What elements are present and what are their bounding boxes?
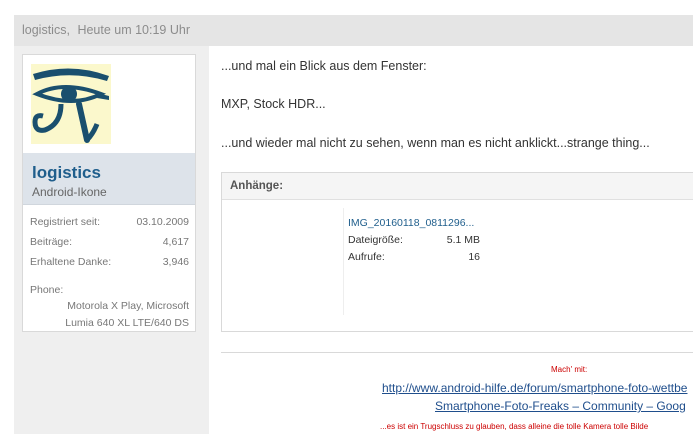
message-line: ...und wieder mal nicht zu sehen, wenn m…: [221, 136, 650, 150]
stat-label: Beiträge:: [30, 236, 73, 248]
user-stats: Registriert seit: 03.10.2009 Beiträge: 4…: [23, 211, 195, 271]
stat-value: 3,946: [162, 256, 189, 268]
stat-row-registered: Registriert seit: 03.10.2009: [23, 211, 195, 231]
avatar-area: [23, 55, 195, 153]
attachment-views-value: 16: [468, 251, 480, 263]
attachment-size-label: Dateigröße:: [348, 234, 403, 246]
stat-value: 03.10.2009: [136, 216, 189, 228]
attachment-size-value: 5.1 MB: [446, 234, 480, 246]
phone-value: Motorola X Play, Microsoft Lumia 640 XL …: [65, 300, 189, 329]
post-author[interactable]: logistics: [22, 23, 66, 37]
stat-label: Erhaltene Danke:: [30, 256, 112, 268]
signature-mach-mit: Mach' mit:: [551, 365, 588, 374]
attachment-thumbnail[interactable]: [234, 208, 344, 315]
attachment-views-label: Aufrufe:: [348, 251, 385, 263]
stat-row-thanks: Erhaltene Danke: 3,946: [23, 251, 195, 271]
attachment-file-link[interactable]: IMG_20160118_0811296...: [348, 217, 474, 229]
stat-row-posts: Beiträge: 4,617: [23, 231, 195, 251]
post-header-separator: ,: [66, 23, 70, 37]
stat-label: Registriert seit:: [30, 216, 101, 228]
message-line: MXP, Stock HDR...: [221, 97, 326, 111]
avatar[interactable]: [31, 64, 111, 144]
signature-divider: [221, 352, 693, 353]
username[interactable]: logistics: [32, 163, 101, 183]
stat-value: 4,617: [162, 236, 189, 248]
attachments-box: Anhänge: IMG_20160118_0811296... Dateigr…: [221, 172, 693, 332]
eye-of-horus-icon: [31, 64, 111, 144]
post-header: logistics, Heute um 10:19 Uhr: [14, 15, 693, 46]
signature-note: ...es ist ein Trugschluss zu glauben, da…: [380, 422, 649, 431]
message-line: ...und mal ein Blick aus dem Fenster:: [221, 59, 427, 73]
signature-link-contest[interactable]: http://www.android-hilfe.de/forum/smartp…: [382, 381, 687, 395]
user-info: logistics Android-Ikone: [23, 153, 195, 205]
phone-label: Phone:: [30, 284, 64, 296]
signature-link-community[interactable]: Smartphone-Foto-Freaks – Community – Goo…: [435, 399, 686, 413]
user-card: logistics Android-Ikone Registriert seit…: [22, 54, 196, 332]
attachments-heading: Anhänge:: [222, 173, 693, 200]
user-title: Android-Ikone: [32, 185, 107, 199]
post-time: Heute um 10:19 Uhr: [77, 23, 190, 37]
